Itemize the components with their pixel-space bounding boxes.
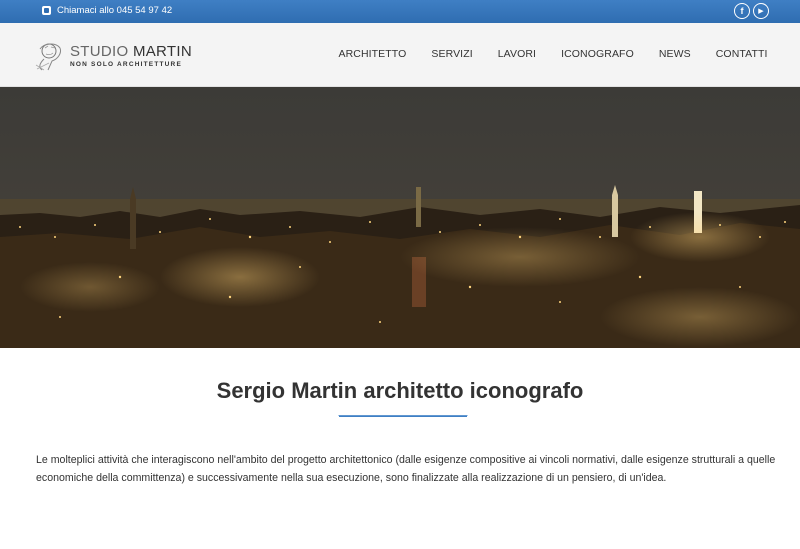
main-nav: ARCHITETTO SERVIZI LAVORI ICONOGRAFO NEW… [326,48,780,60]
nav-item-servizi[interactable]: SERVIZI [419,48,485,60]
youtube-icon[interactable]: ▶ [753,3,769,19]
hero-city-night-image [0,87,800,348]
logo-tagline: NON SOLO ARCHITETTURE [70,61,182,68]
phone-contact[interactable]: Chiamaci allo 045 54 97 42 [42,5,172,16]
headline-divider [338,415,468,417]
top-bar: Chiamaci allo 045 54 97 42 f ▶ [0,0,800,23]
nav-item-architetto[interactable]: ARCHITETTO [326,48,419,60]
nav-item-news[interactable]: NEWS [646,48,703,60]
nav-item-lavori[interactable]: LAVORI [485,48,548,60]
city-skyline-illustration [0,87,800,348]
nav-item-iconografo[interactable]: ICONOGRAFO [549,48,647,60]
social-links: f ▶ [734,3,769,19]
site-logo[interactable]: STUDIO MARTIN NON SOLO ARCHITETTURE [34,38,192,74]
nav-item-contatti[interactable]: CONTATTI [703,48,780,60]
phone-icon [42,6,51,15]
facebook-icon[interactable]: f [734,3,750,19]
intro-paragraph: Le molteplici attività che interagiscono… [36,454,776,484]
logo-title: STUDIO MARTIN [70,43,192,60]
page-headline: Sergio Martin architetto iconografo [216,378,584,403]
phone-text: Chiamaci allo 045 54 97 42 [57,5,173,16]
architect-sketch-icon [35,43,61,71]
site-header: STUDIO MARTIN NON SOLO ARCHITETTURE ARCH… [0,23,800,87]
